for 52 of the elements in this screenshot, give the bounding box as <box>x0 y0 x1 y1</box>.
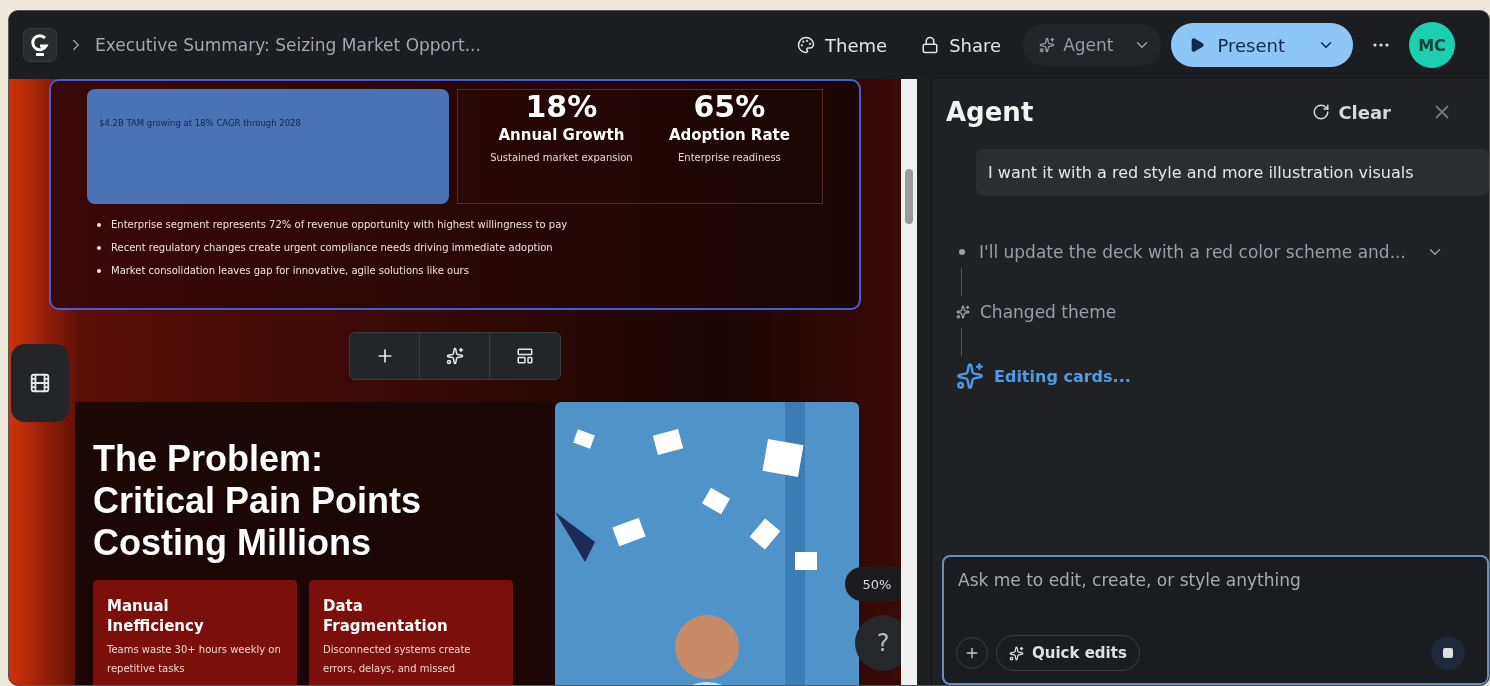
slides-panel-button[interactable] <box>11 344 69 422</box>
layout-icon <box>516 347 534 365</box>
sparkle-icon <box>956 305 970 319</box>
card-title: Data Fragmentation <box>323 596 449 636</box>
lock-icon <box>921 36 940 54</box>
tam-text: $4.2B TAM growing at 18% CAGR through 2028 <box>99 118 301 128</box>
stop-icon <box>1442 647 1454 659</box>
stat-value: 65% <box>693 90 766 124</box>
user-avatar[interactable]: MC <box>1409 22 1455 68</box>
stat-label: Annual Growth <box>498 126 625 144</box>
logo-icon <box>31 33 49 57</box>
bullet-text: Enterprise segment represents 72% of revenue opportunity with highest willingness to pay <box>111 218 568 232</box>
chat-input-field[interactable]: Ask me to edit, create, or style anything Quick edits <box>942 555 1489 685</box>
sparkle-icon <box>1009 645 1024 661</box>
help-button[interactable]: ? <box>855 615 901 671</box>
card-text: Disconnected systems create errors, delays, and missed <box>323 643 472 676</box>
clear-button[interactable]: Clear <box>1306 100 1397 124</box>
zoom-level-button[interactable]: 50% <box>845 567 901 601</box>
user-message: I want it with a red style and more illustration visuals <box>976 149 1489 196</box>
palette-icon <box>797 36 816 54</box>
agent-step-text[interactable]: I'll update the deck with a red color scheme and... <box>979 242 1406 262</box>
card-title: Manual Inefficiency <box>107 596 205 636</box>
theme-button[interactable]: Theme <box>785 28 900 62</box>
breadcrumb-title[interactable]: Executive Summary: Seizing Market Opport... <box>95 35 481 55</box>
film-icon <box>29 372 51 394</box>
present-button[interactable]: Present <box>1171 23 1353 67</box>
plus-icon <box>964 645 980 661</box>
share-button[interactable]: Share <box>909 28 1014 62</box>
stat-caption: Sustained market expansion <box>490 152 633 163</box>
stat-label: Adoption Rate <box>668 126 790 144</box>
bullet-dot-icon <box>97 223 101 227</box>
bullet-text: Recent regulatory changes create urgent compliance needs driving immediate adoption <box>111 241 553 255</box>
agent-step-text: Changed theme <box>980 302 1117 322</box>
slide-title: The Problem: Critical Pain Points Costing Millions <box>93 438 423 564</box>
bullet-text: Market consolidation leaves gap for innovative, agile solutions like ours <box>111 264 469 278</box>
panel-title: Agent <box>946 97 1035 127</box>
stat-caption: Enterprise readiness <box>678 152 781 163</box>
app-logo[interactable] <box>23 28 57 62</box>
more-icon <box>1373 43 1389 47</box>
agent-step-text: Editing cards... <box>994 366 1131 386</box>
sparkle-icon <box>1039 37 1056 53</box>
stat-value: 18% <box>525 90 598 124</box>
play-icon <box>1189 37 1206 53</box>
agent-button[interactable]: Agent <box>1023 35 1124 55</box>
card-text: Teams waste 30+ hours weekly on repetitive tasks <box>107 643 282 676</box>
bullet-dot-icon <box>97 246 101 250</box>
stop-button[interactable] <box>1431 636 1465 670</box>
bullet-dot-icon <box>97 269 101 273</box>
refresh-icon <box>1312 103 1331 121</box>
sparkle-icon <box>445 347 464 365</box>
sparkles-icon <box>956 362 984 390</box>
bullet-dot-icon <box>959 249 965 255</box>
